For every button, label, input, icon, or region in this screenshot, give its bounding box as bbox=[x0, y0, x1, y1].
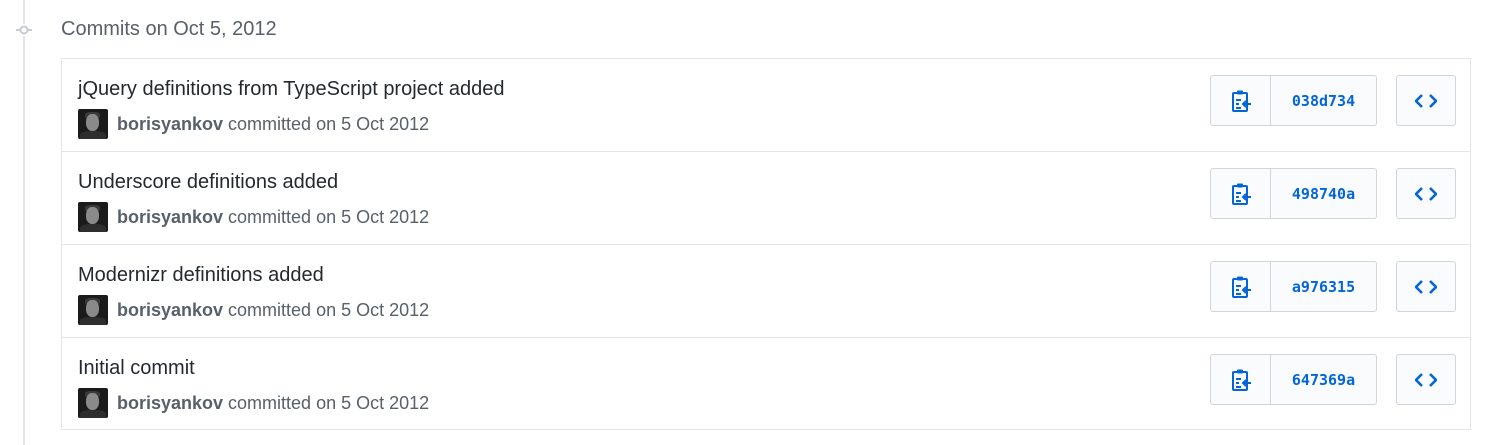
sha-button-group: 647369a bbox=[1210, 354, 1377, 405]
code-icon bbox=[1415, 186, 1437, 201]
commit-title-link[interactable]: jQuery definitions from TypeScript proje… bbox=[78, 76, 505, 102]
commit-sha-link[interactable]: 647369a bbox=[1271, 355, 1376, 404]
sha-button-group: 498740a bbox=[1210, 168, 1377, 219]
code-icon bbox=[1415, 372, 1437, 387]
sha-button-group: 038d734 bbox=[1210, 75, 1377, 126]
clipboard-icon bbox=[1231, 183, 1251, 205]
commit-title-link[interactable]: Initial commit bbox=[78, 355, 195, 381]
author-link[interactable]: borisyankov bbox=[117, 114, 223, 135]
commit-group-title: Commits on Oct 5, 2012 bbox=[61, 18, 277, 40]
avatar[interactable] bbox=[78, 109, 108, 139]
commit-title-link[interactable]: Modernizr definitions added bbox=[78, 262, 324, 288]
timeline-line bbox=[23, 0, 25, 445]
commit-row: Modernizr definitions added borisyankov … bbox=[62, 245, 1470, 338]
commit-node-icon bbox=[16, 24, 32, 36]
commit-sha-link[interactable]: a976315 bbox=[1271, 262, 1376, 311]
copy-sha-button[interactable] bbox=[1211, 169, 1271, 218]
avatar[interactable] bbox=[78, 388, 108, 418]
copy-sha-button[interactable] bbox=[1211, 262, 1271, 311]
commit-meta: borisyankov committed on 5 Oct 2012 bbox=[78, 109, 429, 139]
author-link[interactable]: borisyankov bbox=[117, 300, 223, 321]
code-icon bbox=[1415, 93, 1437, 108]
commit-row: jQuery definitions from TypeScript proje… bbox=[62, 59, 1470, 152]
author-link[interactable]: borisyankov bbox=[117, 393, 223, 414]
commit-date: committed on 5 Oct 2012 bbox=[228, 299, 430, 320]
commit-row: Initial commit borisyankov committed on … bbox=[62, 338, 1470, 430]
clipboard-icon bbox=[1231, 90, 1251, 112]
browse-repo-button[interactable] bbox=[1396, 75, 1456, 126]
copy-sha-button[interactable] bbox=[1211, 355, 1271, 404]
clipboard-icon bbox=[1231, 369, 1251, 391]
commit-meta: borisyankov committed on 5 Oct 2012 bbox=[78, 202, 429, 232]
commit-meta: borisyankov committed on 5 Oct 2012 bbox=[78, 388, 429, 418]
commit-row: Underscore definitions added borisyankov… bbox=[62, 152, 1470, 245]
code-icon bbox=[1415, 279, 1437, 294]
browse-repo-button[interactable] bbox=[1396, 168, 1456, 219]
avatar[interactable] bbox=[78, 295, 108, 325]
commit-date: committed on 5 Oct 2012 bbox=[228, 392, 430, 413]
commit-date: committed on 5 Oct 2012 bbox=[228, 113, 430, 134]
commit-list: jQuery definitions from TypeScript proje… bbox=[61, 58, 1471, 430]
author-link[interactable]: borisyankov bbox=[117, 207, 223, 228]
clipboard-icon bbox=[1231, 276, 1251, 298]
copy-sha-button[interactable] bbox=[1211, 76, 1271, 125]
browse-repo-button[interactable] bbox=[1396, 261, 1456, 312]
browse-repo-button[interactable] bbox=[1396, 354, 1456, 405]
avatar[interactable] bbox=[78, 202, 108, 232]
sha-button-group: a976315 bbox=[1210, 261, 1377, 312]
commit-date: committed on 5 Oct 2012 bbox=[228, 206, 430, 227]
commit-sha-link[interactable]: 038d734 bbox=[1271, 76, 1376, 125]
commit-meta: borisyankov committed on 5 Oct 2012 bbox=[78, 295, 429, 325]
commit-title-link[interactable]: Underscore definitions added bbox=[78, 169, 338, 195]
commit-sha-link[interactable]: 498740a bbox=[1271, 169, 1376, 218]
